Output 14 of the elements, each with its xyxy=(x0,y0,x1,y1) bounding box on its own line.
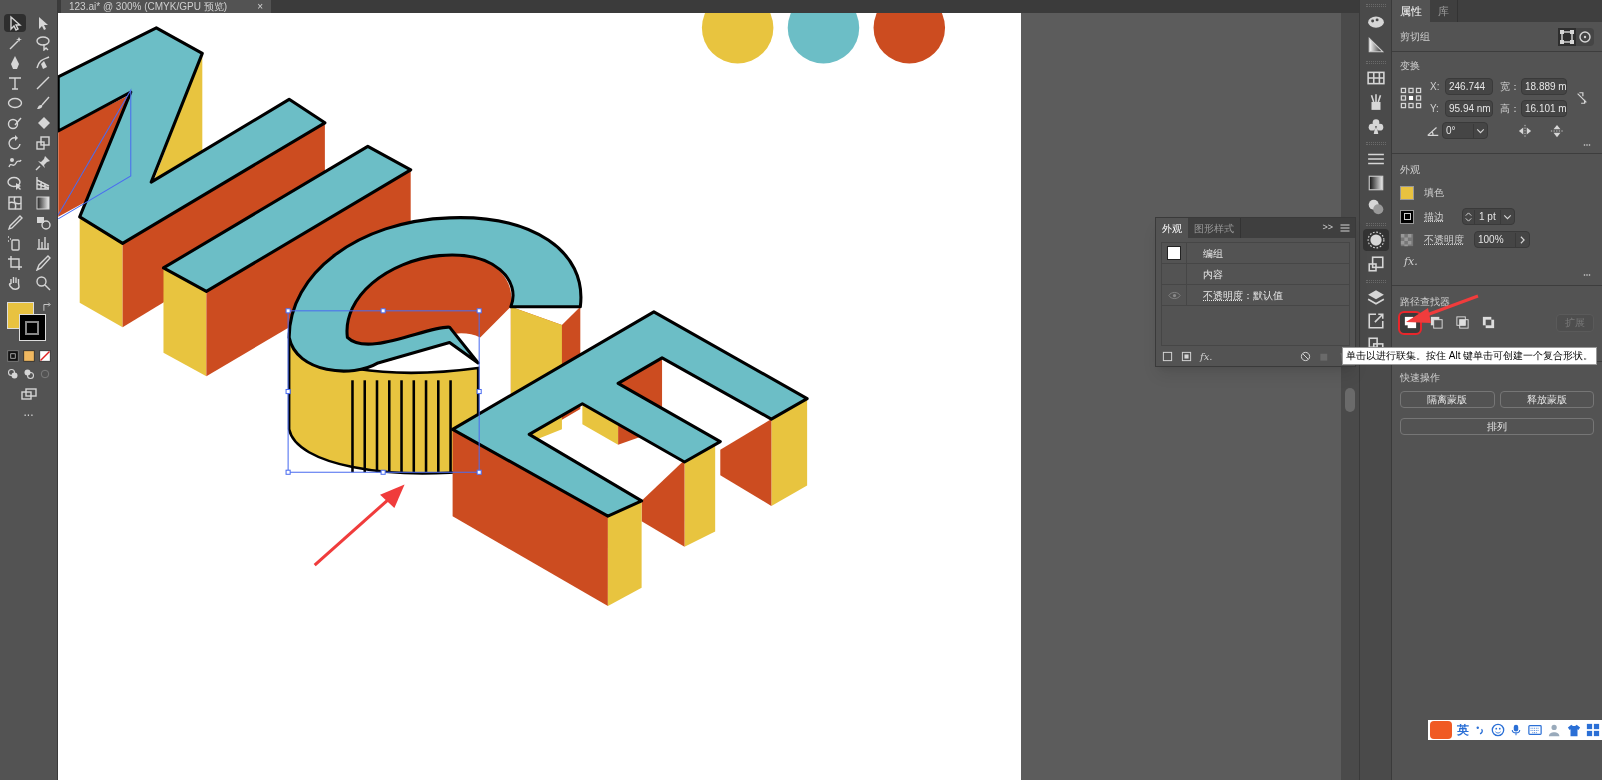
section-title: 快速操作 xyxy=(1400,370,1441,385)
field-label: Y: xyxy=(1430,102,1440,116)
object-type-label: 剪切组 xyxy=(1400,30,1430,44)
tooltip: 单击以进行联集。按住 Alt 键单击可创建一个复合形状。 xyxy=(1342,347,1598,365)
document-title: 123.ai* @ 300% (CMYK/GPU 预览) xyxy=(69,1,227,12)
section-title: 路径查找器 xyxy=(1400,294,1450,309)
section-title: 外观 xyxy=(1400,163,1421,177)
section-title: 变换 xyxy=(1400,59,1421,73)
field-label: X: xyxy=(1430,80,1441,94)
field-label: 不透明度 xyxy=(1424,233,1464,247)
field-label: 宽： xyxy=(1500,80,1518,94)
field-label: 高： xyxy=(1500,102,1518,116)
field-label: 填色 xyxy=(1424,186,1444,200)
field-label: 描边 xyxy=(1424,210,1444,224)
